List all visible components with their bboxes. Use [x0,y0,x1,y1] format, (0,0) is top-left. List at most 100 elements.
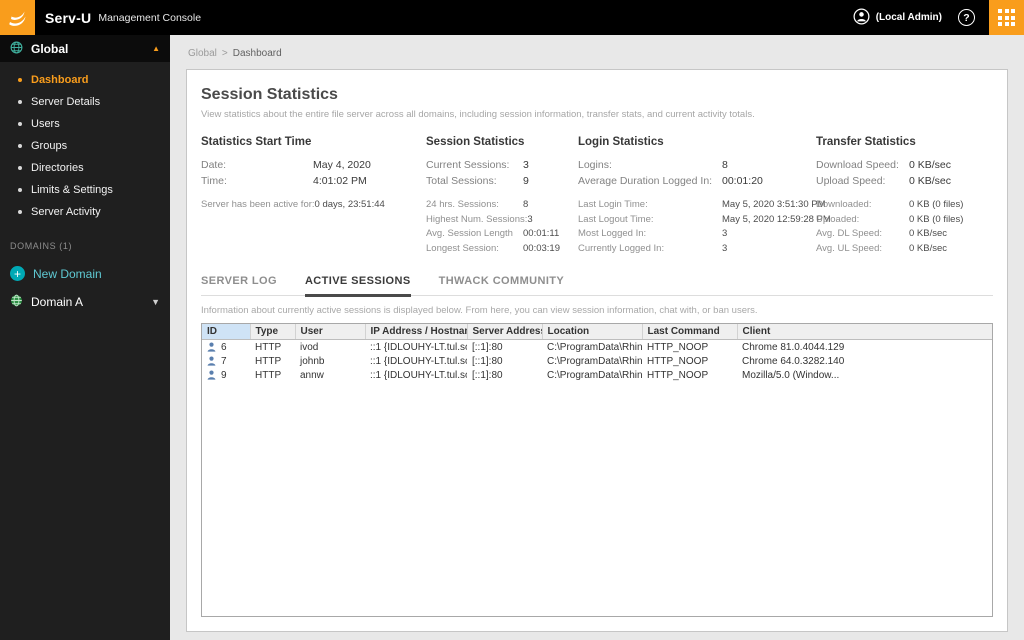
session-row[interactable]: 7 HTTP johnb::1 {IDLOUHY-LT.tul.solar... [:… [202,354,992,368]
stat-row: Current Sessions: 3 [426,159,578,171]
stats-column-transfer-statistics: Transfer Statistics Download Speed: 0 KB/s… [816,136,993,257]
cell-client: Chrome 81.0.4044.129 [742,341,845,353]
sidebar-menu: Dashboard Server Details Users Groups Direct… [0,62,170,227]
cell-server-address: [::1]:80 [472,355,503,367]
app-title: Serv-U [45,9,92,26]
sidebar-item-groups[interactable]: Groups [0,135,170,157]
cell-user: annw [300,369,324,381]
cell-user: johnb [300,355,325,367]
sidebar: Global ▲ Dashboard Server Details Users Gro… [0,35,170,640]
stat-value: 0 days, 23:51:44 [314,199,385,210]
main-content: Global > Dashboard Session Statistics View… [170,35,1024,640]
stats-column-login-statistics: Login Statistics Logins: 8 Average Duration… [578,136,831,257]
globe-icon [10,41,23,57]
stat-row: Server has been active for: 0 days, 23:51… [201,199,426,210]
column-header-last-command[interactable]: Last Command [642,324,738,340]
stat-value: 0 KB (0 files) [909,199,964,210]
sidebar-item-limits-settings[interactable]: Limits & Settings [0,179,170,201]
stat-label: Last Login Time: [578,199,648,210]
cell-location: C:\ProgramData\RhinoSo... [547,369,642,381]
cell-location: C:\ProgramData\RhinoSo... [547,355,642,367]
breadcrumb-separator: > [221,48,228,59]
session-row[interactable]: 6 HTTP ivod::1 {IDLOUHY-LT.tul.solar... [::… [202,340,992,355]
topbar: Serv-U Management Console (Local Admin) … [0,0,1024,35]
cell-type: HTTP [255,369,282,381]
tab-active-sessions[interactable]: ACTIVE SESSIONS [304,275,411,297]
sidebar-global-header[interactable]: Global ▲ [0,35,170,62]
help-icon[interactable]: ? [958,9,975,26]
cell-user: ivod [300,341,319,353]
column-header-client[interactable]: Client [737,324,992,340]
stat-row: Logins: 8 [578,159,816,171]
apps-grid-icon[interactable] [989,0,1024,35]
stat-row: Last Logout Time: May 5, 2020 12:59:28 PM [578,213,831,225]
column-header-user[interactable]: User [295,324,366,340]
tab-server-log[interactable]: SERVER LOG [201,275,277,297]
sidebar-item-label: Directories [31,162,84,174]
stat-value: 0 KB/sec [909,242,948,254]
sidebar-item-server-details[interactable]: Server Details [0,91,170,113]
breadcrumb-global[interactable]: Global [188,48,217,59]
session-row[interactable]: 9 HTTP annw::1 {IDLOUHY-LT.tul.solar... [::… [202,368,992,382]
stats-column-title: Login Statistics [578,136,664,148]
active-sessions-table: IDTypeUserIP Address / HostnameServer Ad… [201,323,993,617]
chevron-up-icon: ▲ [152,44,160,53]
user-icon [207,356,216,366]
new-domain-button[interactable]: + New Domain [0,259,170,288]
stat-label: Downloaded: [816,199,872,210]
stat-label: Last Logout Time: [578,213,654,225]
stats-column-title: Transfer Statistics [816,136,916,148]
stat-label: Date: [201,159,227,171]
table-body: 6HTTPivod::1 {IDLOUHY-LT.tul.solar...[::… [202,340,992,383]
solarwinds-logo-icon[interactable] [0,0,35,35]
stat-row: Last Login Time: May 5, 2020 3:51:30 PM [578,199,826,210]
sidebar-item-server-activity[interactable]: Server Activity [0,201,170,223]
cell-last-command: HTTP_NOOP [647,355,709,367]
bullet-icon [18,122,22,126]
column-header-server-address[interactable]: Server Address [467,324,543,340]
grid-dots [998,9,1015,26]
session-statistics-panel: Session Statistics View statistics about… [186,69,1008,632]
bullet-icon [18,166,22,170]
stat-value: May 5, 2020 12:59:28 PM [722,213,831,225]
user-icon [207,370,216,380]
stat-row: Avg. DL Speed: 0 KB/sec [816,228,993,239]
stat-label: Most Logged In: [578,228,647,239]
column-header-type[interactable]: Type [250,324,296,340]
column-header-location[interactable]: Location [542,324,643,340]
cell-location: C:\ProgramData\RhinoSo... [547,341,642,353]
bullet-icon [18,144,22,148]
sidebar-item-domain-a[interactable]: Domain A ▼ [0,288,170,316]
column-header-ip-address-hostname[interactable]: IP Address / Hostname [365,324,468,340]
stat-row: Currently Logged In: 3 [578,243,816,254]
stats-column-title: Session Statistics [426,136,525,148]
tab-thwack-community[interactable]: THWACK COMMUNITY [439,275,565,297]
sidebar-global-label: Global [31,41,69,56]
stat-row: 24 hrs. Sessions: 8 [426,199,578,210]
sidebar-item-label: Limits & Settings [31,184,113,196]
user-menu[interactable]: (Local Admin) [853,8,942,28]
plus-icon: + [10,266,25,281]
chevron-down-icon[interactable]: ▼ [151,297,160,307]
stat-value: 0 KB/sec [909,174,952,187]
stat-row: Avg. UL Speed: 0 KB/sec [816,243,993,254]
column-header-id[interactable]: ID [202,324,251,340]
sidebar-item-label: Users [31,118,60,130]
stats-column-session-statistics: Session Statistics Current Sessions: 3 Tota… [426,136,578,257]
stat-value: 9 [523,174,529,187]
sidebar-item-dashboard[interactable]: Dashboard [0,69,170,91]
breadcrumb: Global > Dashboard [186,35,1008,69]
bullet-icon [18,188,22,192]
stat-label: Avg. DL Speed: [816,228,883,239]
stat-value: 3 [527,213,533,225]
stat-label: Uploaded: [816,213,860,225]
cell-client: Mozilla/5.0 (Window... [742,369,840,381]
session-id: 7 [221,355,227,367]
stat-value: 3 [523,159,529,171]
new-domain-label: New Domain [33,266,102,281]
sidebar-item-users[interactable]: Users [0,113,170,135]
cell-ip-address-hostname: ::1 {IDLOUHY-LT.tul.solar... [370,355,467,367]
sidebar-item-label: Dashboard [31,74,89,86]
page-description: View statistics about the entire file se… [201,109,755,120]
sidebar-item-directories[interactable]: Directories [0,157,170,179]
